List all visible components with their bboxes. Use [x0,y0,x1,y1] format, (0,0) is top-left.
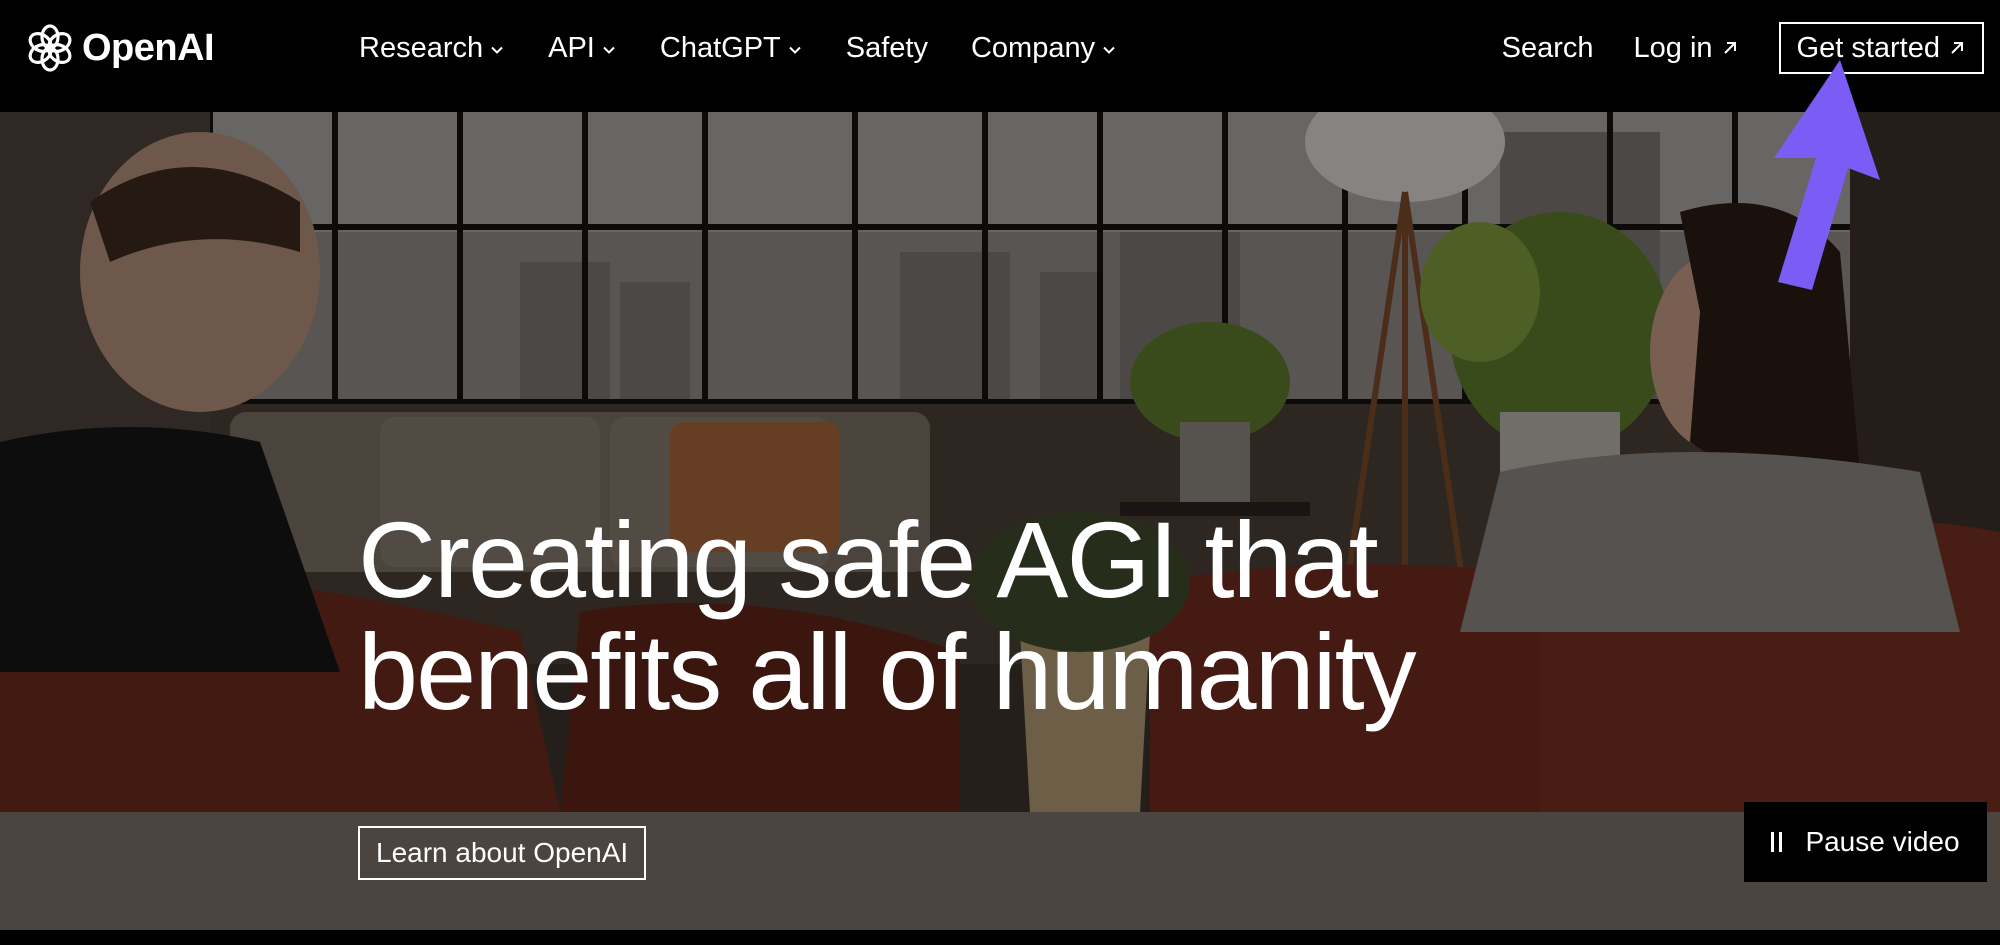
arrow-up-right-icon [1723,42,1736,54]
primary-nav: Research API ChatGPT Safety Company [359,28,1160,68]
learn-button-label: Learn about OpenAI [376,837,629,868]
hero-headline-line-2: benefits all of humanity [358,611,1417,732]
search-link[interactable]: Search [1502,32,1594,65]
hero-headline-line-1: Creating safe AGI that [358,499,1379,620]
logo-link[interactable]: OpenAI [24,20,215,76]
pause-button-label: Pause video [1805,826,1960,857]
brand-name: OpenAI [82,26,215,69]
top-navigation: OpenAI Research API ChatGPT Safety Compa… [0,0,2000,112]
nav-item-label: Safety [845,31,928,64]
search-label: Search [1501,31,1594,64]
chevron-down-icon [603,46,615,54]
nav-item-safety[interactable]: Safety [846,32,928,65]
chevron-down-icon [1103,46,1115,54]
chevron-down-icon [789,46,801,54]
nav-item-api[interactable]: API [548,32,617,65]
learn-about-openai-button[interactable]: Learn about OpenAI [358,826,647,880]
pause-video-button[interactable]: Pause video [1744,802,1987,882]
annotation-arrow-icon [1774,60,1880,290]
secondary-nav: Search Log in Get started [1502,22,1984,74]
nav-item-research[interactable]: Research [359,32,505,65]
openai-knot-icon [28,24,72,72]
hero-section: Creating safe AGI that benefits all of h… [0,112,2000,930]
arrow-up-right-icon [1951,42,1963,54]
nav-item-label: Research [359,31,484,64]
chevron-down-icon [491,46,503,54]
nav-item-company[interactable]: Company [971,32,1117,65]
nav-item-chatgpt[interactable]: ChatGPT [660,32,803,65]
login-label: Log in [1633,31,1713,64]
page-bottom-edge [0,930,2000,945]
nav-item-label: API [548,31,595,64]
nav-item-label: ChatGPT [659,31,781,64]
nav-item-label: Company [970,31,1096,64]
pause-icon [1771,832,1787,852]
hero-headline: Creating safe AGI that benefits all of h… [358,499,1417,732]
login-link[interactable]: Log in [1634,32,1739,65]
